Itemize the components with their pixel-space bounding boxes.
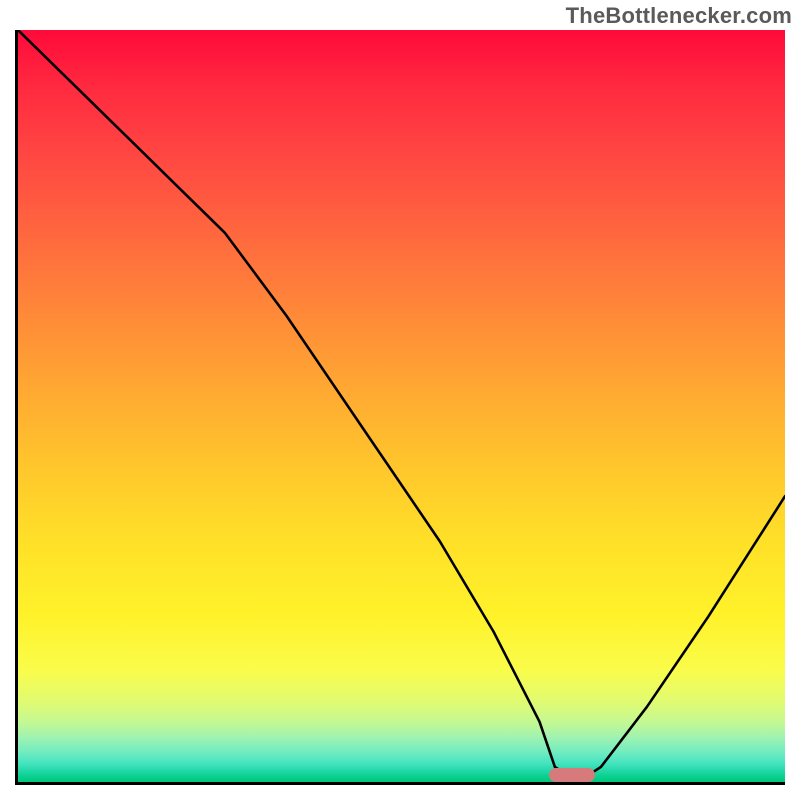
bottleneck-curve [18,30,785,782]
curve-path [18,30,785,782]
watermark-text: TheBottlenecker.com [566,3,792,29]
optimum-marker [549,768,595,782]
plot-area [15,30,785,785]
bottleneck-chart: TheBottlenecker.com [0,0,800,800]
